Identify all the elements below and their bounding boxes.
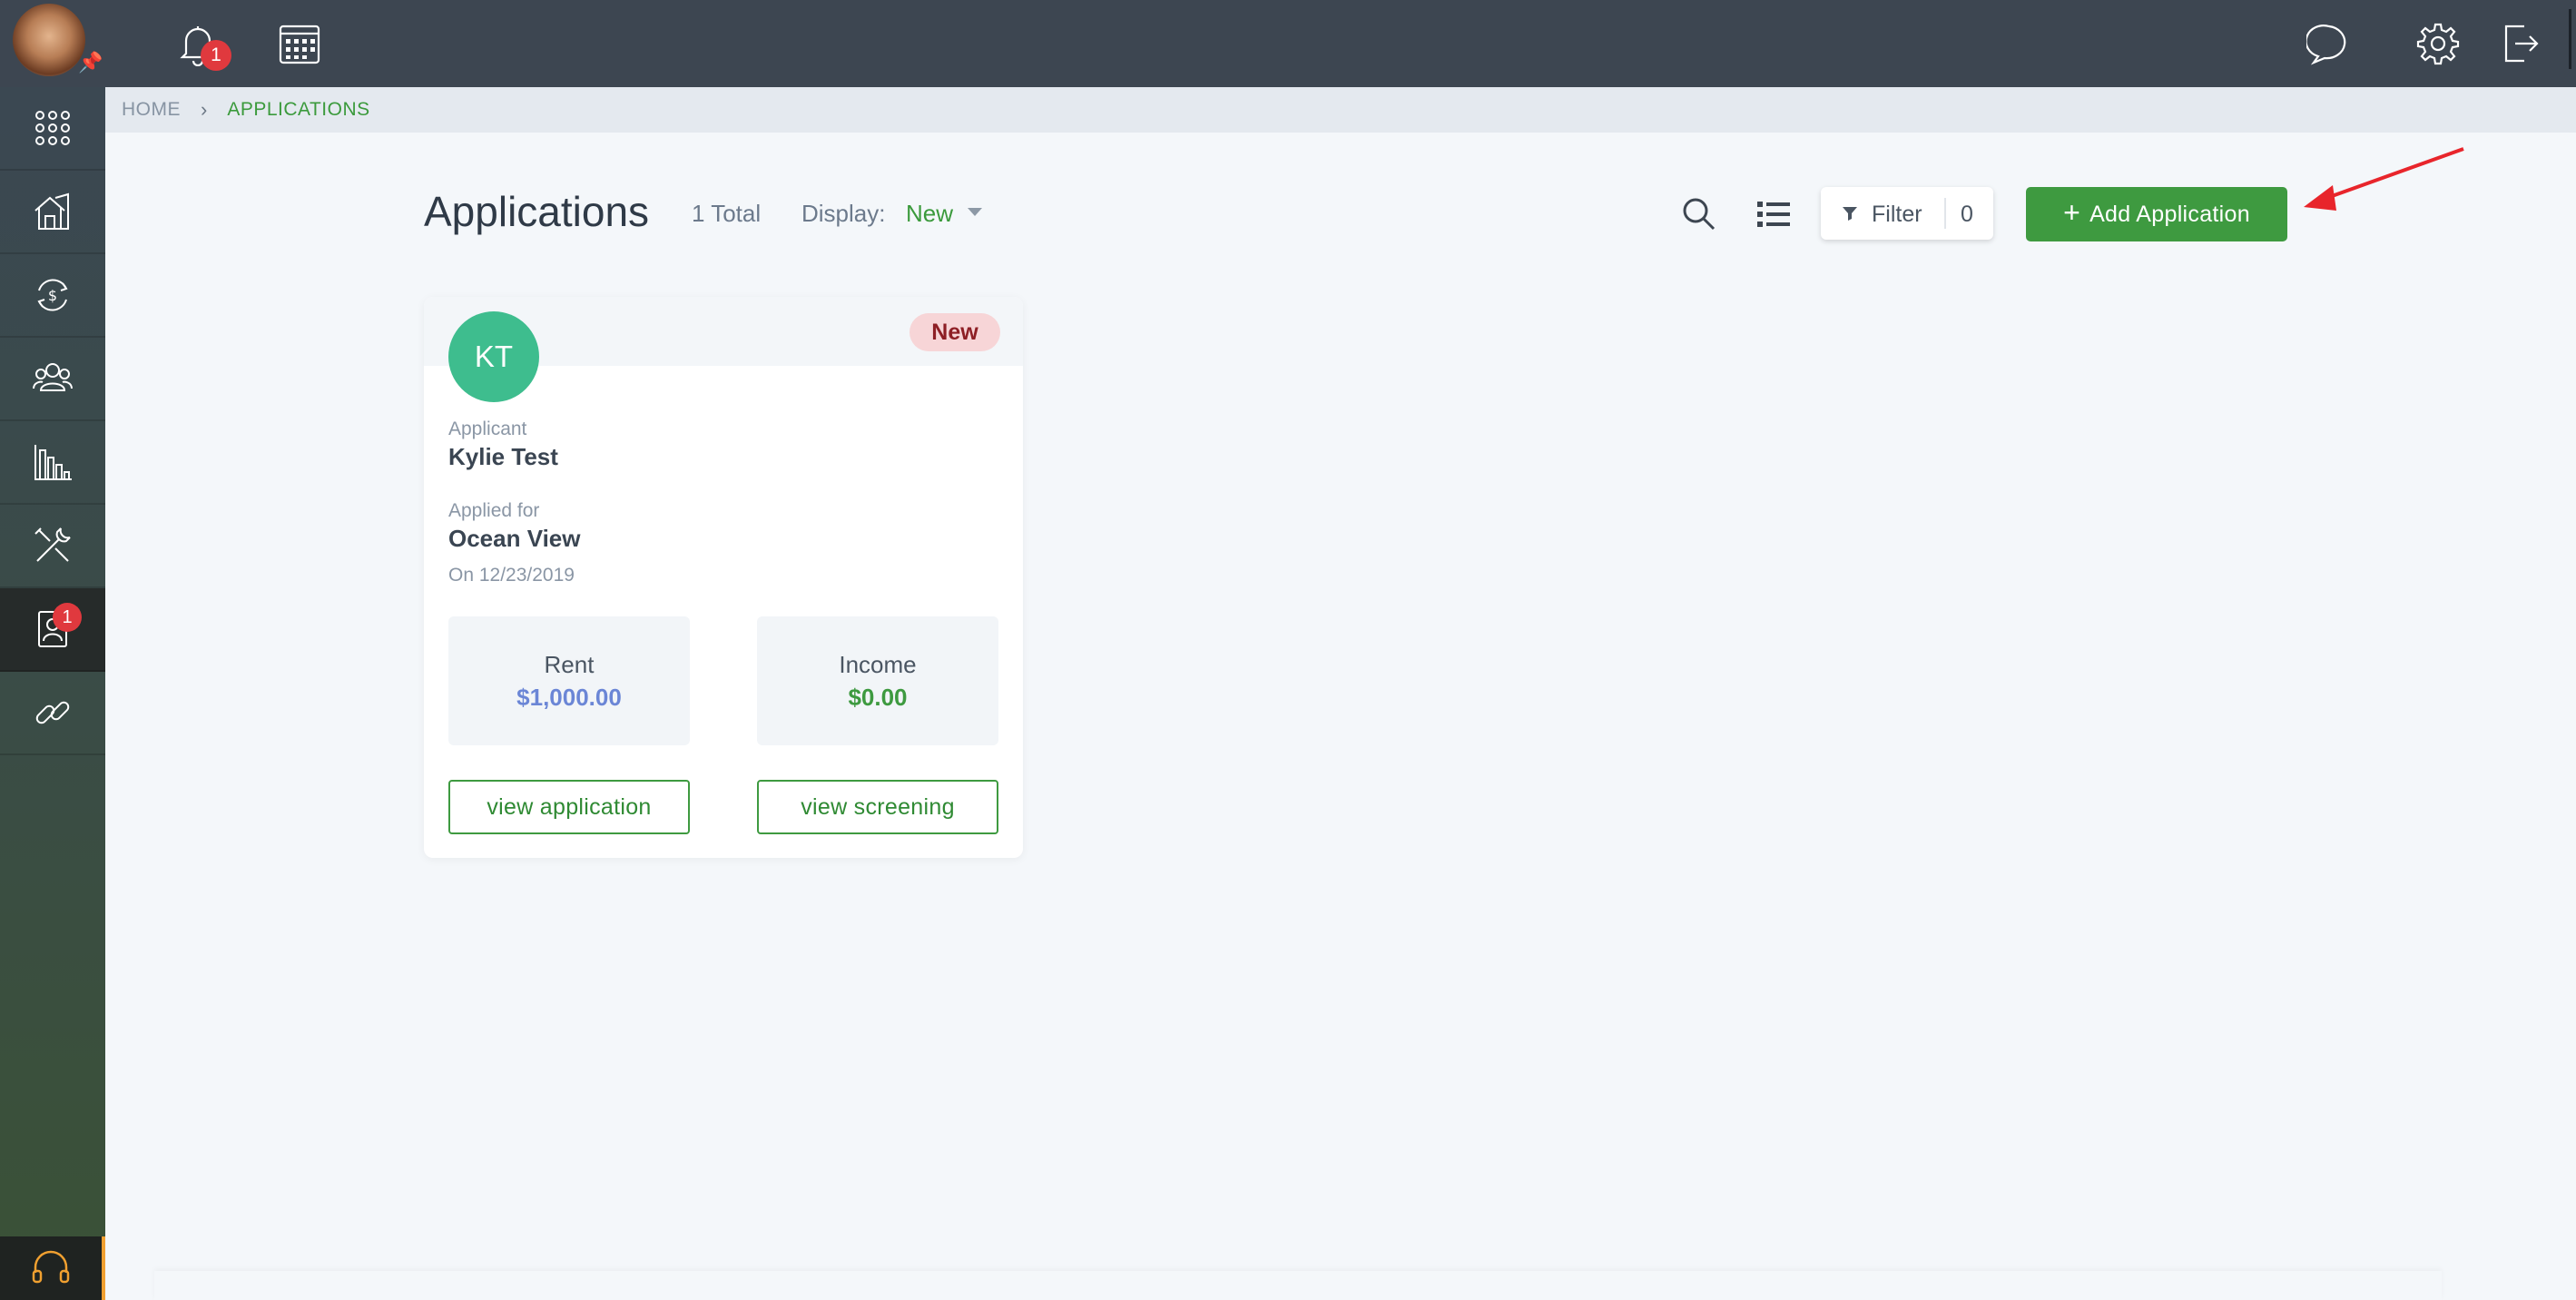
logout-icon — [2504, 25, 2539, 63]
applications-badge: 1 — [53, 603, 82, 632]
plus-icon: + — [2063, 196, 2081, 229]
link-icon — [35, 701, 70, 724]
application-date: On 12/23/2019 — [448, 565, 575, 586]
apps-grid-icon — [35, 111, 70, 145]
messages-button[interactable] — [2298, 13, 2360, 74]
breadcrumb-home[interactable]: HOME — [122, 99, 181, 121]
sidebar-item-links[interactable] — [0, 672, 105, 755]
sidebar-item-maintenance[interactable] — [0, 505, 105, 588]
money-cycle-icon: $ — [37, 279, 68, 311]
sidebar-item-applications[interactable]: 1 — [0, 588, 105, 672]
income-box: Income $0.00 — [757, 616, 998, 745]
search-icon — [1683, 198, 1716, 231]
display-select[interactable]: New — [906, 200, 953, 228]
breadcrumb: HOME › APPLICATIONS — [105, 87, 2576, 133]
calendar-button[interactable] — [269, 13, 330, 74]
reports-chart-icon — [34, 445, 72, 480]
sidebar: 📌 $ 1 — [0, 0, 105, 1300]
rent-label: Rent — [544, 651, 595, 678]
add-application-label: Add Application — [2089, 201, 2250, 227]
page-title: Applications — [424, 188, 650, 235]
display-label: Display: — [801, 200, 886, 227]
red-arrow-annotation — [2304, 147, 2464, 211]
search-button[interactable] — [1679, 194, 1719, 234]
filter-icon — [1843, 207, 1857, 221]
sidebar-item-people[interactable] — [0, 338, 105, 421]
chevron-right-icon: › — [201, 98, 208, 121]
total-count: 1 Total — [692, 200, 762, 227]
applicant-initials-avatar: KT — [448, 311, 539, 402]
calendar-icon — [279, 25, 320, 64]
top-divider — [2569, 9, 2571, 69]
list-icon — [1757, 202, 1790, 227]
chat-bubble-icon — [2306, 25, 2346, 65]
notifications-badge: 1 — [201, 40, 231, 71]
tools-icon — [34, 527, 71, 562]
view-screening-button[interactable]: view screening — [757, 780, 998, 834]
breadcrumb-current: APPLICATIONS — [227, 99, 370, 120]
support-button[interactable] — [0, 1236, 105, 1300]
filter-label: Filter — [1872, 202, 1922, 227]
home-properties-icon — [34, 192, 69, 230]
svg-text:$: $ — [48, 287, 57, 304]
applicant-label: Applicant — [448, 419, 527, 439]
sidebar-item-accounting[interactable]: $ — [0, 254, 105, 338]
sidebar-item-properties[interactable] — [0, 171, 105, 254]
avatar[interactable] — [13, 4, 85, 76]
people-icon — [33, 363, 73, 391]
status-badge: New — [909, 313, 1000, 351]
filter-button[interactable]: Filter 0 — [1821, 187, 1993, 240]
user-avatar-area[interactable]: 📌 — [0, 0, 105, 87]
logout-button[interactable] — [2489, 13, 2551, 74]
add-application-button[interactable]: + Add Application — [2026, 187, 2287, 241]
income-value: $0.00 — [848, 684, 908, 711]
income-label: Income — [839, 651, 917, 678]
sidebar-item-reports[interactable] — [0, 421, 105, 505]
top-bar: 1 — [105, 0, 2576, 87]
filter-count: 0 — [1961, 202, 1973, 227]
rent-box: Rent $1,000.00 — [448, 616, 690, 745]
view-application-button[interactable]: view application — [448, 780, 690, 834]
filter-divider — [1944, 198, 1946, 229]
footer — [154, 1271, 2442, 1300]
pin-icon[interactable]: 📌 — [78, 51, 103, 74]
applicant-name: Kylie Test — [448, 443, 558, 470]
caret-down-icon[interactable] — [968, 208, 982, 216]
application-card: KT New Applicant Kylie Test Applied for … — [424, 297, 1023, 858]
list-view-button[interactable] — [1754, 194, 1794, 234]
rent-value: $1,000.00 — [516, 684, 622, 711]
property-name: Ocean View — [448, 525, 581, 552]
sidebar-item-apps[interactable] — [0, 87, 105, 171]
gear-icon — [2416, 23, 2460, 65]
applied-for-label: Applied for — [448, 500, 540, 521]
settings-button[interactable] — [2407, 13, 2469, 74]
headset-icon — [32, 1250, 70, 1284]
